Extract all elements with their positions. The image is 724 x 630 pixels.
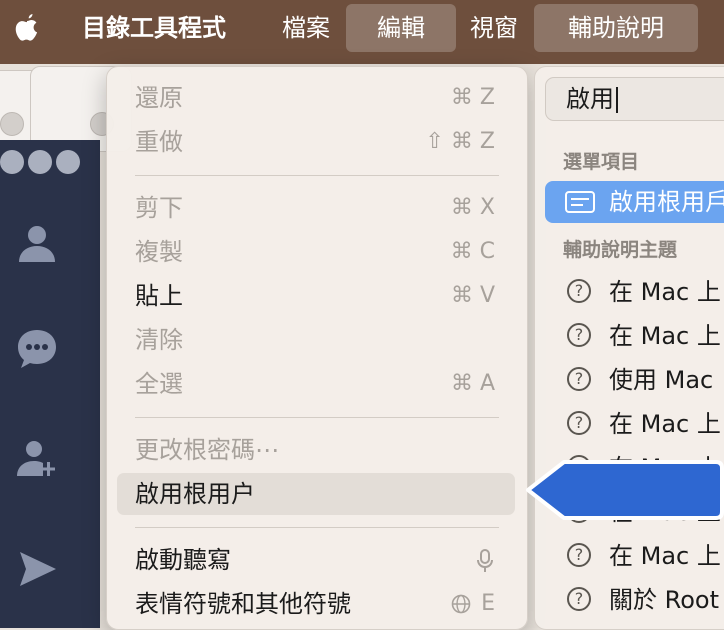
menu-item-cut[interactable]: 剪下 ⌘ X <box>117 187 515 229</box>
topic-label: 在 Mac 上 <box>609 322 721 350</box>
pointer-arrow-icon <box>526 460 724 520</box>
topic-label: 在 Mac 上 <box>609 278 721 306</box>
topic-label: 關於 Root <box>609 586 720 614</box>
menu-separator <box>135 417 499 418</box>
menu-help[interactable]: 輔助說明 <box>534 4 698 52</box>
topic-label: 在 Mac 上 <box>609 410 721 438</box>
menu-edit[interactable]: 編輯 <box>346 4 456 52</box>
menu-item-label: 清除 <box>135 326 183 354</box>
menu-window[interactable]: 視窗 <box>456 4 532 52</box>
apple-icon[interactable] <box>12 12 42 46</box>
question-icon: ? <box>567 367 591 391</box>
help-topic-item[interactable]: ? 關於 Root <box>545 579 724 621</box>
menu-app-name[interactable]: 目錄工具程式 <box>68 4 240 52</box>
help-result-menu-item[interactable]: 啟用根用戶 <box>545 181 724 223</box>
menu-item-clear[interactable]: 清除 <box>117 319 515 361</box>
help-topic-item[interactable]: ? 在 Mac 上 <box>545 271 724 313</box>
menu-item-select-all[interactable]: 全選 ⌘ A <box>117 363 515 405</box>
shortcut-label: E <box>481 591 495 616</box>
question-icon: ? <box>567 323 591 347</box>
shortcut-label: ⌘ V <box>450 283 495 308</box>
menu-item-start-dictation[interactable]: 啟動聽寫 <box>117 539 515 581</box>
menu-item-label: 重做 <box>135 128 183 156</box>
section-heading: 輔助說明主題 <box>563 239 678 261</box>
question-icon: ? <box>567 587 591 611</box>
question-icon: ? <box>567 543 591 567</box>
help-search-input[interactable]: 啟用 <box>545 77 724 121</box>
question-icon: ? <box>567 279 591 303</box>
menu-item-undo[interactable]: 還原 ⌘ Z <box>117 77 515 119</box>
window-minimize-button[interactable] <box>28 150 52 174</box>
menu-item-label: 全選 <box>135 370 183 398</box>
add-user-icon[interactable] <box>14 436 60 482</box>
chat-bubble-icon[interactable] <box>14 326 60 372</box>
send-icon[interactable] <box>14 546 60 592</box>
shortcut-label: ⌘ Z <box>450 85 495 110</box>
help-topic-item[interactable]: ? 使用 Mac <box>545 359 724 401</box>
topic-label: 在 Mac 上 <box>609 542 721 570</box>
shortcut-label: ⌘ A <box>450 371 495 396</box>
menu-item-redo[interactable]: 重做 ⇧ ⌘ Z <box>117 121 515 163</box>
window-close-button[interactable] <box>0 150 24 174</box>
topic-label: 使用 Mac <box>609 366 714 394</box>
menu-item-label: 更改根密碼⋯ <box>135 436 279 464</box>
menu-item-label: 表情符號和其他符號 <box>135 590 351 618</box>
edit-menu: 還原 ⌘ Z 重做 ⇧ ⌘ Z 剪下 ⌘ X 複製 ⌘ C 貼上 ⌘ V 清除 … <box>106 66 528 630</box>
menu-item-label: 啟用根用户 <box>135 480 255 508</box>
result-label: 啟用根用戶 <box>609 188 724 216</box>
menu-separator <box>135 527 499 528</box>
globe-icon <box>451 594 471 614</box>
user-icon[interactable] <box>14 220 60 266</box>
shortcut-label: ⌘ X <box>450 195 495 220</box>
menu-item-change-root-password[interactable]: 更改根密碼⋯ <box>117 429 515 471</box>
menu-item-label: 啟動聽寫 <box>135 546 231 574</box>
shortcut-label: ⇧ ⌘ Z <box>425 129 496 154</box>
menu-item-label: 剪下 <box>135 194 183 222</box>
help-topic-item[interactable]: ? 在 Mac 上 <box>545 403 724 445</box>
shortcut-label: ⌘ C <box>450 239 495 264</box>
menu-item-enable-root-user[interactable]: 啟用根用户 <box>117 473 515 515</box>
menu-file[interactable]: 檔案 <box>268 4 344 52</box>
search-text: 啟用 <box>566 78 618 120</box>
menu-item-paste[interactable]: 貼上 ⌘ V <box>117 275 515 317</box>
menu-item-label: 貼上 <box>135 282 183 310</box>
menu-item-icon <box>565 191 595 213</box>
menu-bar: 目錄工具程式 檔案 編輯 視窗 輔助說明 <box>0 0 724 64</box>
menu-item-copy[interactable]: 複製 ⌘ C <box>117 231 515 273</box>
menu-separator <box>135 175 499 176</box>
help-topic-item[interactable]: ? 在 Mac 上 <box>545 315 724 357</box>
help-menu: 啟用 選單項目 啟用根用戶 輔助說明主題 ? 在 Mac 上 ? 在 Mac 上 ?… <box>534 66 724 630</box>
menu-item-label: 還原 <box>135 84 183 112</box>
microphone-icon <box>477 549 493 572</box>
window-control[interactable] <box>0 112 24 136</box>
help-topic-item[interactable]: ? 在 Mac 上 <box>545 535 724 577</box>
menu-item-emoji-symbols[interactable]: 表情符號和其他符號 E <box>117 583 515 625</box>
menu-item-label: 複製 <box>135 238 183 266</box>
section-heading: 選單項目 <box>563 151 640 173</box>
window-zoom-button[interactable] <box>56 150 80 174</box>
question-icon: ? <box>567 411 591 435</box>
